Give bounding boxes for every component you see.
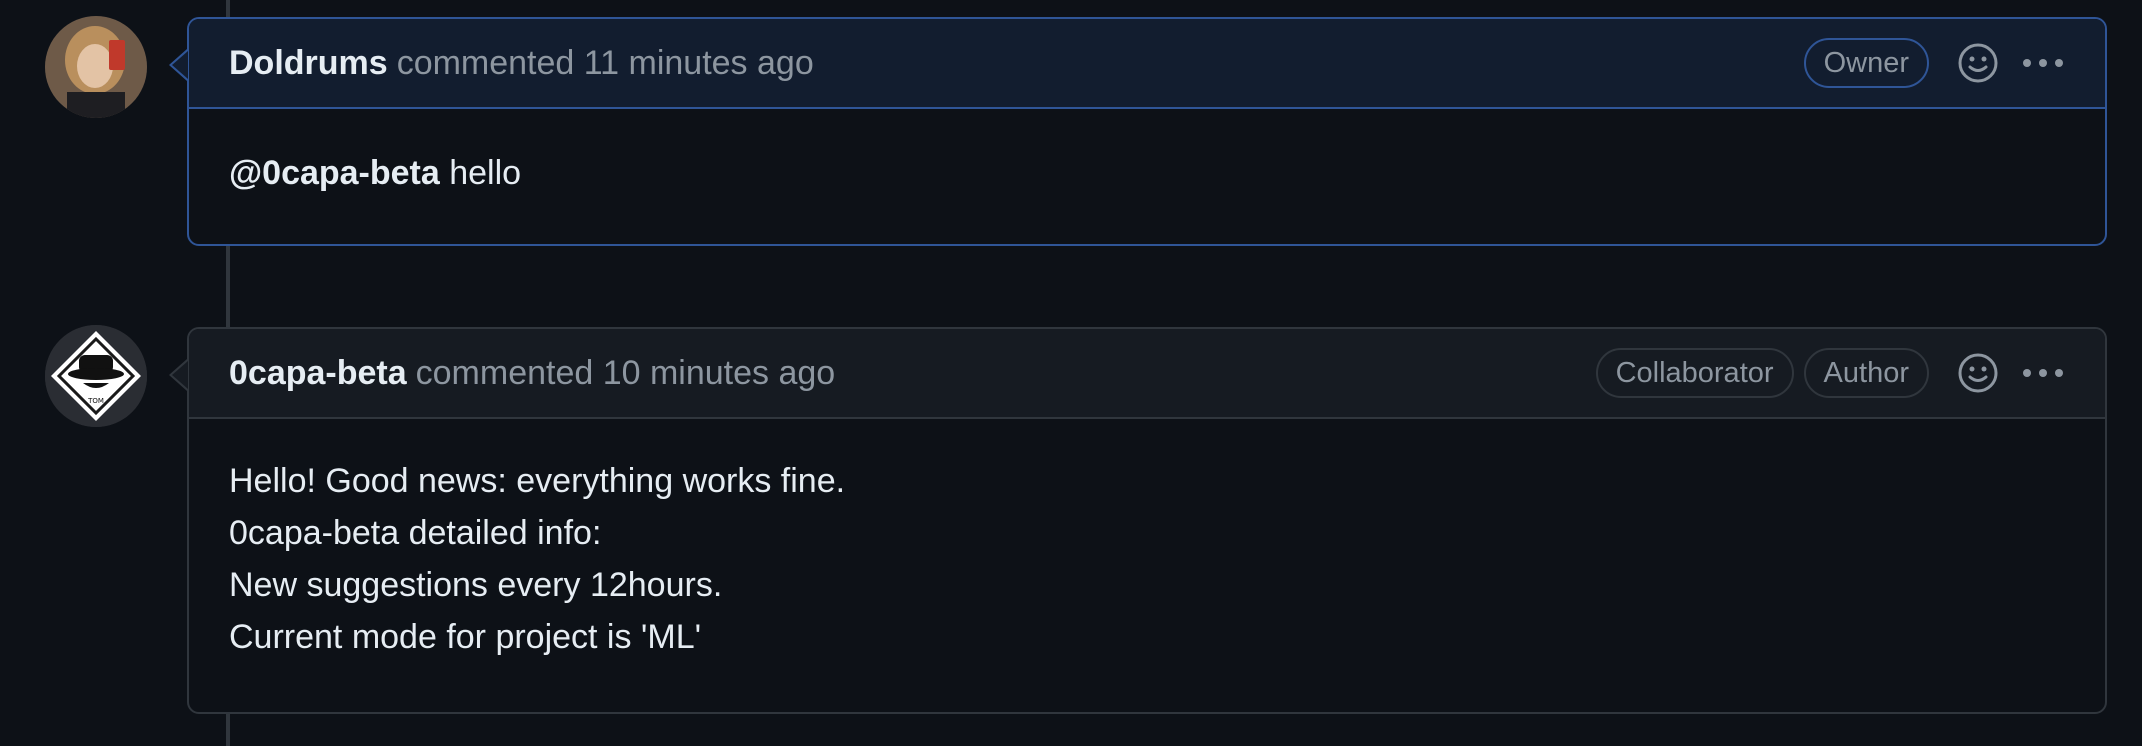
comment-author[interactable]: 0capa-beta: [229, 354, 407, 393]
comment-caret: [169, 359, 188, 391]
comment-body: @0capa-beta hello: [189, 109, 2105, 237]
kebab-horizontal-icon[interactable]: [2021, 367, 2065, 379]
owner-badge: Owner: [1803, 38, 1929, 88]
comment-line: 0capa-beta detailed info:: [229, 514, 602, 552]
comment-timestamp[interactable]: commented 11 minutes ago: [397, 44, 814, 83]
comment-line: Hello! Good news: everything works fine.: [229, 462, 846, 500]
collaborator-badge: Collaborator: [1595, 348, 1794, 398]
smiley-icon[interactable]: [1957, 42, 1999, 84]
comment-line: New suggestions every 12hours.: [229, 566, 723, 604]
smiley-icon[interactable]: [1957, 352, 1999, 394]
comment-body: Hello! Good news: everything works fine.…: [189, 419, 2105, 701]
comment-doldrums: Doldrums commented 11 minutes ago Owner …: [169, 17, 2107, 246]
comment-author[interactable]: Doldrums: [229, 44, 388, 83]
comment-caret: [169, 49, 188, 81]
comment-header: 0capa-beta commented 10 minutes ago Coll…: [169, 329, 2105, 419]
comment-line: Current mode for project is 'ML': [229, 618, 702, 656]
comment-text: hello: [439, 154, 522, 192]
author-badge: Author: [1803, 348, 1929, 398]
avatar-0capa-beta[interactable]: TOM: [45, 325, 147, 427]
avatar-label: TOM: [87, 397, 104, 405]
comment-timestamp[interactable]: commented 10 minutes ago: [416, 354, 836, 393]
comment-0capa-beta: 0capa-beta commented 10 minutes ago Coll…: [169, 327, 2107, 714]
comment-header: Doldrums commented 11 minutes ago Owner: [169, 19, 2105, 109]
user-mention[interactable]: @0capa-beta: [229, 154, 440, 192]
kebab-horizontal-icon[interactable]: [2021, 57, 2065, 69]
avatar-doldrums[interactable]: [45, 16, 147, 118]
